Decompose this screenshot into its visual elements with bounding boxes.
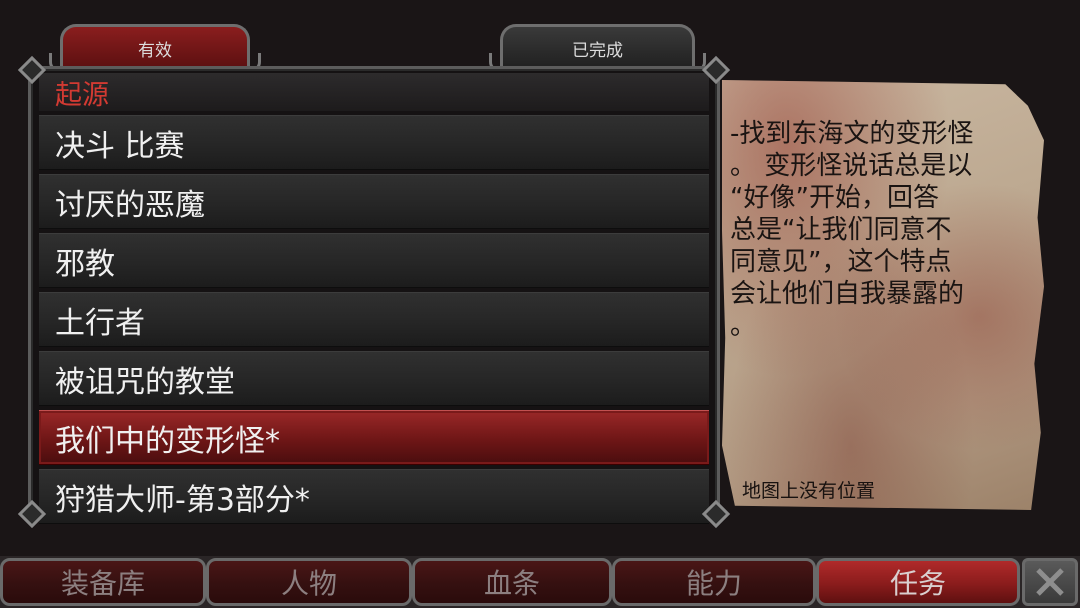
quest-item[interactable]: 狩猎大师-第3部分*: [39, 469, 709, 524]
quest-item[interactable]: 决斗 比赛: [39, 115, 709, 170]
quest-description-line: 同意见”，这个特点: [730, 247, 952, 277]
quest-description-line: 会让他们自我暴露的: [730, 279, 965, 309]
tab-active[interactable]: 有效: [49, 24, 261, 72]
quest-item[interactable]: 邪教: [39, 233, 709, 288]
quest-item-selected[interactable]: 我们中的变形怪*: [39, 410, 709, 465]
tab-completed[interactable]: 已完成: [489, 24, 706, 72]
map-location-status: 地图上没有位置: [742, 480, 876, 502]
quest-description-line: 。: [730, 311, 757, 341]
quest-description-line: -找到东海文的变形怪: [730, 119, 974, 149]
quest-detail-parchment: -找到东海文的变形怪 。 变形怪说话总是以 “好像”开始，回答 总是“让我们同意…: [722, 80, 1044, 510]
close-button[interactable]: [1022, 558, 1078, 606]
quest-description-line: “好像”开始，回答: [730, 183, 939, 213]
quest-item[interactable]: 土行者: [39, 292, 709, 347]
bottom-nav: 装备库 人物 血条 能力 任务: [0, 556, 1080, 608]
quest-description-line: 总是“让我们同意不: [730, 215, 952, 245]
close-x-icon: [1036, 568, 1064, 596]
nav-quests-button[interactable]: 任务: [816, 558, 1020, 606]
quest-item[interactable]: 讨厌的恶魔: [39, 174, 709, 229]
tab-completed-label: 已完成: [572, 41, 623, 61]
quest-list[interactable]: 起源 决斗 比赛 讨厌的恶魔 邪教 土行者 被诅咒的教堂 我们中的变形怪* 狩猎…: [39, 73, 709, 524]
nav-inventory-button[interactable]: 装备库: [0, 558, 206, 606]
quest-description: -找到东海文的变形怪 。 变形怪说话总是以 “好像”开始，回答 总是“让我们同意…: [730, 118, 1020, 342]
nav-health-button[interactable]: 血条: [412, 558, 612, 606]
tab-active-label: 有效: [138, 41, 172, 61]
quest-item[interactable]: 被诅咒的教堂: [39, 351, 709, 406]
quest-list-panel: 起源 决斗 比赛 讨厌的恶魔 邪教 土行者 被诅咒的教堂 我们中的变形怪* 狩猎…: [28, 66, 720, 524]
nav-character-button[interactable]: 人物: [206, 558, 412, 606]
nav-abilities-button[interactable]: 能力: [612, 558, 816, 606]
quest-category-header: 起源: [39, 73, 709, 111]
quest-description-line: 。 变形怪说话总是以: [730, 151, 973, 181]
